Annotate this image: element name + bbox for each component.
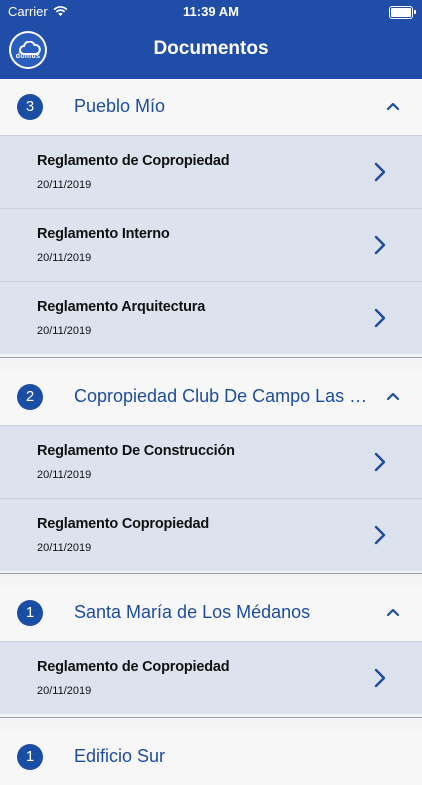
document-name: Reglamento de Copropiedad xyxy=(37,659,230,675)
nav-header: Carrier 11:39 AM domus Documentos xyxy=(0,0,422,79)
document-date: 20/11/2019 xyxy=(37,325,92,337)
section-header-club-de-campo[interactable]: 2 Copropiedad Club De Campo Las Brisas xyxy=(0,369,422,425)
chevron-right-icon[interactable] xyxy=(373,307,387,329)
document-name: Reglamento Interno xyxy=(37,226,170,242)
status-bar: Carrier 11:39 AM xyxy=(0,0,422,24)
document-row[interactable]: Reglamento Arquitectura 20/11/2019 xyxy=(0,281,422,354)
document-row[interactable]: Reglamento Copropiedad 20/11/2019 xyxy=(0,498,422,571)
status-time: 11:39 AM xyxy=(183,4,239,19)
section-header-pueblo-mio[interactable]: 3 Pueblo Mío xyxy=(0,79,422,135)
section-title: Pueblo Mío xyxy=(74,96,166,116)
chevron-right-icon[interactable] xyxy=(373,667,387,689)
document-row[interactable]: Reglamento De Construcción 20/11/2019 xyxy=(0,425,422,498)
document-name: Reglamento Copropiedad xyxy=(37,516,210,532)
page-title: Documentos xyxy=(153,38,269,59)
section-header-santa-maria[interactable]: 1 Santa María de Los Médanos xyxy=(0,585,422,641)
section-title: Edificio Sur xyxy=(74,746,166,766)
count-badge: 2 xyxy=(17,384,43,410)
count-badge: 3 xyxy=(17,94,43,120)
document-name: Reglamento De Construcción xyxy=(37,443,235,459)
document-date: 20/11/2019 xyxy=(37,542,92,554)
chevron-right-icon[interactable] xyxy=(373,161,387,183)
section-header-edificio[interactable]: 1 Edificio Sur xyxy=(0,729,422,785)
chevron-right-icon[interactable] xyxy=(373,524,387,546)
document-name: Reglamento de Copropiedad xyxy=(37,153,230,169)
document-name: Reglamento Arquitectura xyxy=(37,299,206,315)
document-row[interactable]: Reglamento de Copropiedad 20/11/2019 xyxy=(0,641,422,714)
document-date: 20/11/2019 xyxy=(37,179,92,191)
document-date: 20/11/2019 xyxy=(37,252,92,264)
count-badge: 1 xyxy=(17,600,43,626)
chevron-right-icon[interactable] xyxy=(373,234,387,256)
section-title: Copropiedad Club De Campo Las Brisas xyxy=(74,386,370,406)
section-divider xyxy=(0,357,422,358)
count-badge: 1 xyxy=(17,744,43,770)
chevron-up-icon[interactable] xyxy=(386,607,400,617)
document-date: 20/11/2019 xyxy=(37,685,92,697)
section-title: Santa María de Los Médanos xyxy=(74,602,311,622)
section-divider xyxy=(0,573,422,574)
chevron-up-icon[interactable] xyxy=(386,391,400,401)
section-divider xyxy=(0,717,422,718)
battery-icon xyxy=(389,6,416,19)
chevron-right-icon[interactable] xyxy=(373,451,387,473)
document-row[interactable]: Reglamento de Copropiedad 20/11/2019 xyxy=(0,135,422,208)
document-row[interactable]: Reglamento Interno 20/11/2019 xyxy=(0,208,422,281)
chevron-up-icon[interactable] xyxy=(386,101,400,111)
document-date: 20/11/2019 xyxy=(37,469,92,481)
